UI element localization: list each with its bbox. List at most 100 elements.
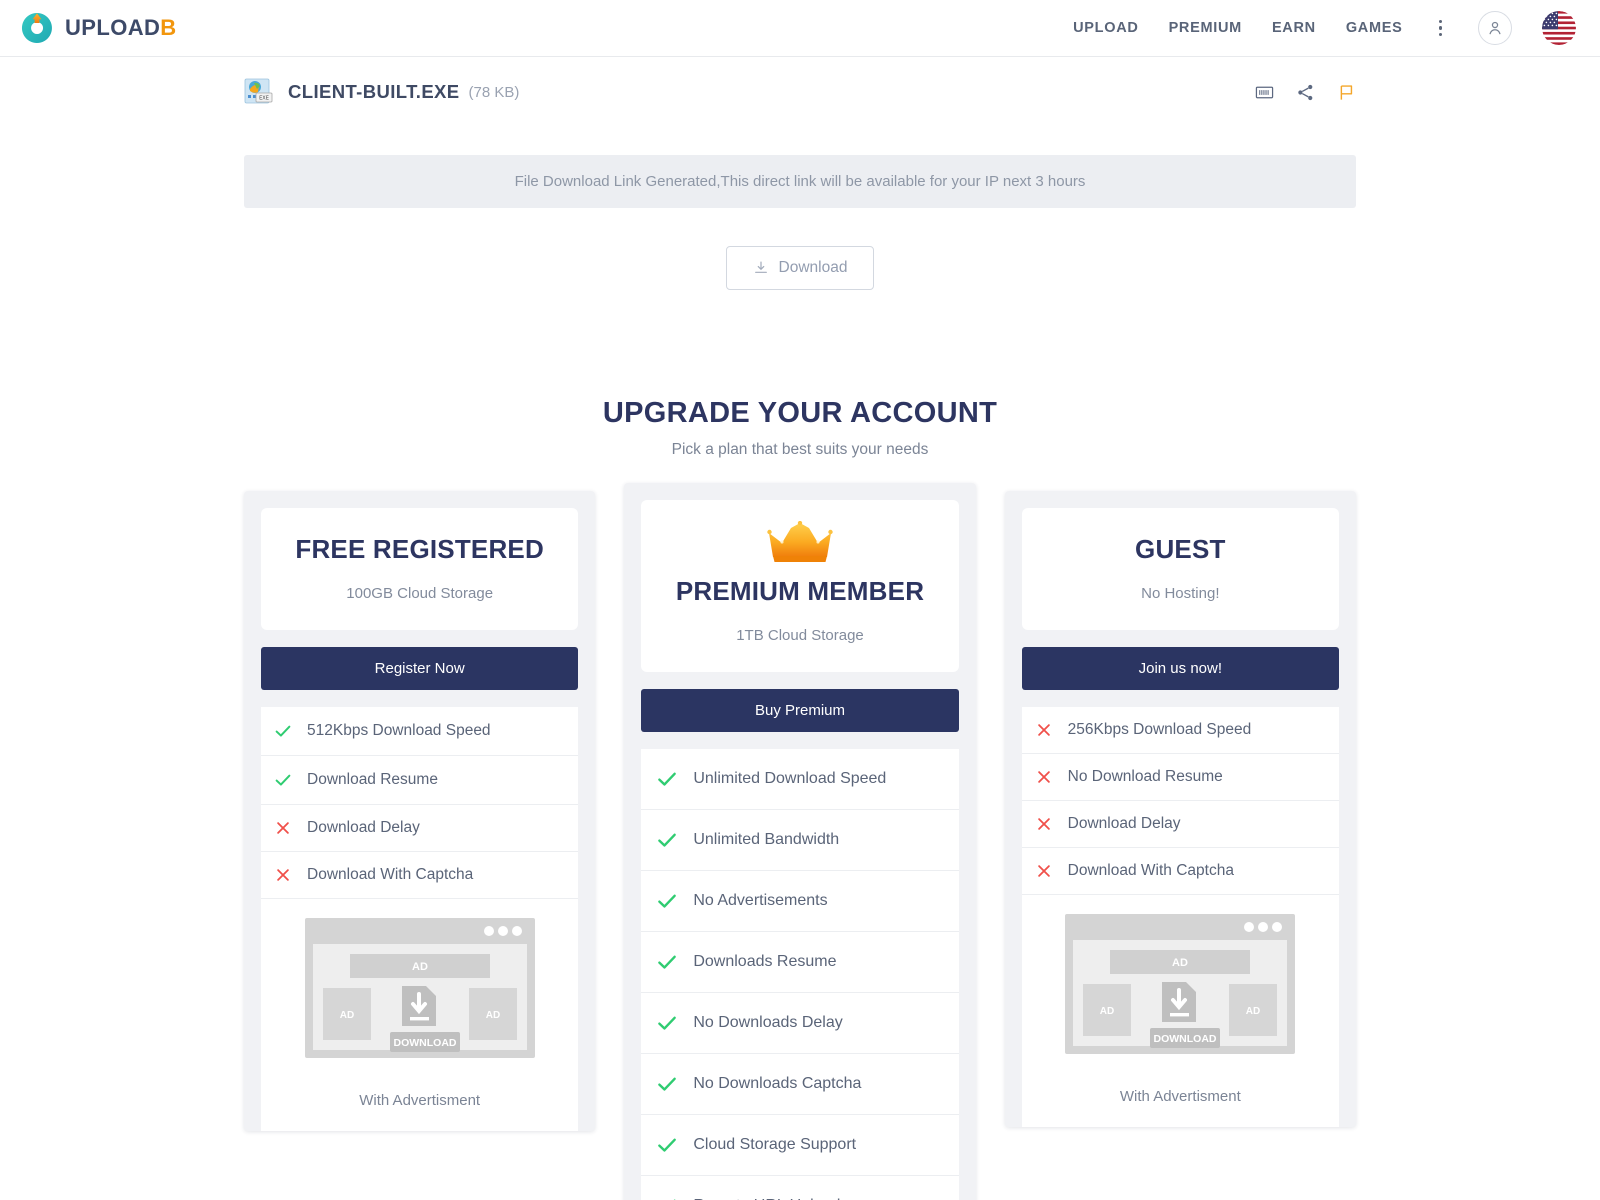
svg-text:AD: AD: [1100, 1006, 1114, 1017]
feature-label: Cloud Storage Support: [693, 1136, 857, 1153]
svg-text:DOWNLOAD: DOWNLOAD: [393, 1037, 456, 1049]
plan-storage: No Hosting!: [1141, 585, 1220, 602]
plan-storage: 1TB Cloud Storage: [736, 627, 864, 644]
brand-name: UPLOADB: [65, 15, 177, 41]
feature-label: Download With Captcha: [1067, 862, 1234, 879]
crown-icon: [767, 520, 833, 575]
page-title: UPGRADE YOUR ACCOUNT: [602, 397, 998, 429]
feature-label: Download Delay: [307, 819, 420, 836]
svg-text:DOWNLOAD: DOWNLOAD: [1154, 1033, 1217, 1045]
file-info-bar: EXE CLIENT-BUILT.EXE (78 KB): [244, 57, 1356, 117]
file-size: (78 KB): [468, 83, 520, 101]
check-icon: [655, 950, 679, 974]
pricing-cards: FREE REGISTERED 100GB Cloud Storage Regi…: [244, 483, 1356, 1200]
plan-name: FREE REGISTERED: [295, 534, 544, 564]
user-avatar-icon[interactable]: [1478, 11, 1512, 45]
feature-row: Unlimited Bandwidth: [641, 810, 959, 871]
main-nav: UPLOAD PREMIUM EARN GAMES: [1073, 11, 1576, 45]
cross-icon: [1034, 862, 1054, 880]
feature-label: No Downloads Delay: [693, 1014, 843, 1031]
feature-label: No Advertisements: [693, 892, 828, 909]
plan-storage: 100GB Cloud Storage: [346, 585, 494, 602]
kebab-menu-icon[interactable]: [1433, 16, 1449, 41]
brand-logo[interactable]: UPLOADB: [20, 11, 177, 45]
check-icon: [655, 1072, 679, 1096]
barcode-icon[interactable]: [1255, 83, 1274, 102]
ad-preview-caption: With Advertisment: [261, 1078, 579, 1131]
feature-row: Download Delay: [1021, 801, 1339, 848]
feature-row: Cloud Storage Support: [641, 1115, 959, 1176]
upgrade-section-header: UPGRADE YOUR ACCOUNT Pick a plan that be…: [0, 397, 1600, 459]
top-navigation-bar: UPLOADB UPLOAD PREMIUM EARN GAMES: [0, 0, 1600, 57]
feature-row: Downloads Resume: [641, 932, 959, 993]
feature-label: No Download Resume: [1067, 768, 1223, 785]
check-icon: [655, 1011, 679, 1035]
feature-label: 256Kbps Download Speed: [1067, 721, 1252, 738]
download-button-wrap: Download: [0, 246, 1600, 290]
check-icon: [655, 767, 679, 791]
pricing-card-header: GUEST No Hosting!: [1021, 508, 1339, 630]
svg-text:AD: AD: [485, 1010, 499, 1021]
plan-cta-premium-member[interactable]: Buy Premium: [641, 689, 959, 732]
feature-row: No Download Resume: [1021, 754, 1339, 801]
uploadb-logo-icon: [20, 11, 54, 45]
nav-item-games[interactable]: GAMES: [1346, 20, 1403, 36]
feature-label: Download Delay: [1067, 815, 1181, 832]
report-flag-icon[interactable]: [1337, 83, 1356, 102]
feature-row: Download Delay: [261, 805, 579, 852]
feature-label: Download With Captcha: [307, 866, 474, 883]
feature-row: Download With Captcha: [1021, 848, 1339, 895]
feature-label: Download Resume: [307, 771, 438, 788]
cross-icon: [1034, 721, 1054, 739]
pricing-card-header: PREMIUM MEMBER 1TB Cloud Storage: [641, 500, 959, 672]
feature-row: Download With Captcha: [261, 852, 579, 899]
feature-row: No Downloads Captcha: [641, 1054, 959, 1115]
feature-row: 256Kbps Download Speed: [1021, 707, 1339, 754]
nav-item-premium[interactable]: PREMIUM: [1169, 20, 1242, 36]
plan-feature-list: 256Kbps Download Speed No Download Resum…: [1021, 707, 1339, 1127]
exe-file-icon: EXE: [244, 77, 274, 107]
ad-preview: AD AD AD DOWNLOAD: [261, 899, 579, 1078]
brand-name-accent: B: [160, 15, 177, 40]
feature-row: 512Kbps Download Speed: [261, 707, 579, 756]
nav-item-earn[interactable]: EARN: [1272, 20, 1316, 36]
pricing-card-header: FREE REGISTERED 100GB Cloud Storage: [261, 508, 579, 630]
feature-row: Unlimited Download Speed: [641, 749, 959, 810]
svg-text:AD: AD: [1172, 957, 1188, 969]
cross-icon: [273, 819, 293, 837]
page-subtitle: Pick a plan that best suits your needs: [671, 441, 929, 458]
nav-item-upload[interactable]: UPLOAD: [1073, 20, 1138, 36]
svg-text:AD: AD: [412, 961, 428, 973]
us-flag-icon[interactable]: [1542, 11, 1576, 45]
ad-preview: AD AD AD DOWNLOAD: [1021, 895, 1339, 1074]
share-icon[interactable]: [1296, 83, 1315, 102]
plan-name: GUEST: [1135, 534, 1226, 564]
feature-row: Remote URL Upload: [641, 1176, 958, 1200]
file-action-buttons: [1255, 83, 1356, 102]
check-icon: [655, 1133, 679, 1157]
feature-label: No Downloads Captcha: [693, 1075, 862, 1092]
pricing-card-guest: GUEST No Hosting! Join us now! 256Kbps D…: [1004, 491, 1356, 1127]
plan-cta-free-registered[interactable]: Register Now: [261, 647, 579, 690]
download-button[interactable]: Download: [725, 246, 875, 290]
plan-cta-guest[interactable]: Join us now!: [1021, 647, 1339, 690]
cross-icon: [273, 866, 293, 884]
feature-row: Download Resume: [261, 756, 579, 805]
feature-label: 512Kbps Download Speed: [307, 722, 491, 739]
pricing-card-free-registered: FREE REGISTERED 100GB Cloud Storage Regi…: [244, 491, 596, 1131]
ad-preview-caption: With Advertisment: [1021, 1074, 1339, 1127]
feature-row: No Downloads Delay: [641, 993, 959, 1054]
check-icon: [655, 1194, 679, 1200]
plan-name: PREMIUM MEMBER: [675, 576, 925, 606]
plan-feature-list: Unlimited Download Speed Unlimited Bandw…: [641, 749, 959, 1200]
brand-name-main: UPLOAD: [65, 15, 161, 40]
check-icon: [655, 889, 679, 913]
svg-text:AD: AD: [1246, 1006, 1260, 1017]
check-icon: [655, 828, 679, 852]
svg-text:EXE: EXE: [259, 95, 269, 101]
check-icon: [273, 721, 293, 741]
download-icon: [753, 260, 769, 276]
feature-label: Unlimited Bandwidth: [693, 831, 840, 848]
plan-feature-list: 512Kbps Download Speed Download Resume D…: [261, 707, 579, 1131]
download-button-label: Download: [778, 259, 848, 276]
